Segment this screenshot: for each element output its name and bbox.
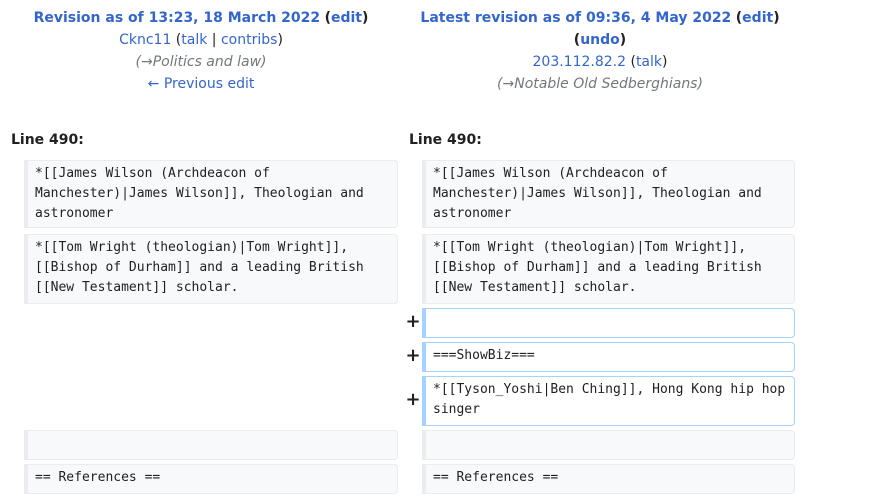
left-user-line: Cknc11 (talk | contribs) <box>119 32 283 48</box>
left-user-link[interactable]: Cknc11 <box>119 32 171 48</box>
left-summary-section: Politics and law <box>152 54 262 70</box>
left-revision-header: Revision as of 13:23, 18 March 2022 (edi… <box>0 7 402 95</box>
right-line-number: Line 490: <box>409 132 482 148</box>
right-context-row-1: *[[James Wilson (Archdeacon of Mancheste… <box>422 160 795 228</box>
right-context-row-references: == References == <box>422 464 795 494</box>
left-talk-link[interactable]: talk <box>181 32 207 48</box>
left-context-row-1: *[[James Wilson (Archdeacon of Mancheste… <box>24 160 398 228</box>
right-edit-link[interactable]: edit <box>742 10 773 26</box>
left-revision-title-line: Revision as of 13:23, 18 March 2022 (edi… <box>33 10 369 26</box>
right-context-row-2: *[[Tom Wright (theologian)|Tom Wright]],… <box>422 234 795 304</box>
right-revision-header: Latest revision as of 09:36, 4 May 2022 … <box>402 7 798 95</box>
undo-link[interactable]: undo <box>580 32 620 48</box>
right-summary-arrow[interactable]: → <box>503 76 515 92</box>
right-revision-title-line: Latest revision as of 09:36, 4 May 2022 … <box>420 10 780 26</box>
right-edit-summary: (→Notable Old Sedberghians) <box>497 76 703 92</box>
left-context-row-2: *[[Tom Wright (theologian)|Tom Wright]],… <box>24 234 398 304</box>
left-summary-arrow[interactable]: → <box>141 54 153 70</box>
added-line-1 <box>422 308 795 338</box>
right-context-row-blank <box>422 430 795 460</box>
right-user-link[interactable]: 203.112.82.2 <box>533 54 627 70</box>
added-marker-2: + <box>405 345 421 366</box>
added-marker-3: + <box>405 389 421 410</box>
left-edit-summary: (→Politics and law) <box>135 54 267 70</box>
previous-edit-link[interactable]: ← Previous edit <box>148 76 255 92</box>
right-revision-link[interactable]: Latest revision as of 09:36, 4 May 2022 <box>420 10 731 26</box>
left-contribs-link[interactable]: contribs <box>221 32 277 48</box>
added-marker-1: + <box>405 311 421 332</box>
added-line-2: ===ShowBiz=== <box>422 342 795 372</box>
right-undo-line: (undo) <box>573 32 627 48</box>
right-user-line: 203.112.82.2 (talk) <box>532 54 668 70</box>
right-summary-section: Notable Old Sedberghians <box>514 76 698 92</box>
left-context-row-blank <box>24 430 398 460</box>
added-line-3: *[[Tyson_Yoshi|Ben Ching]], Hong Kong hi… <box>422 376 795 426</box>
left-edit-link[interactable]: edit <box>331 10 362 26</box>
right-talk-link[interactable]: talk <box>636 54 662 70</box>
left-revision-link[interactable]: Revision as of 13:23, 18 March 2022 <box>34 10 321 26</box>
left-line-number: Line 490: <box>11 132 84 148</box>
left-context-row-references: == References == <box>24 464 398 494</box>
